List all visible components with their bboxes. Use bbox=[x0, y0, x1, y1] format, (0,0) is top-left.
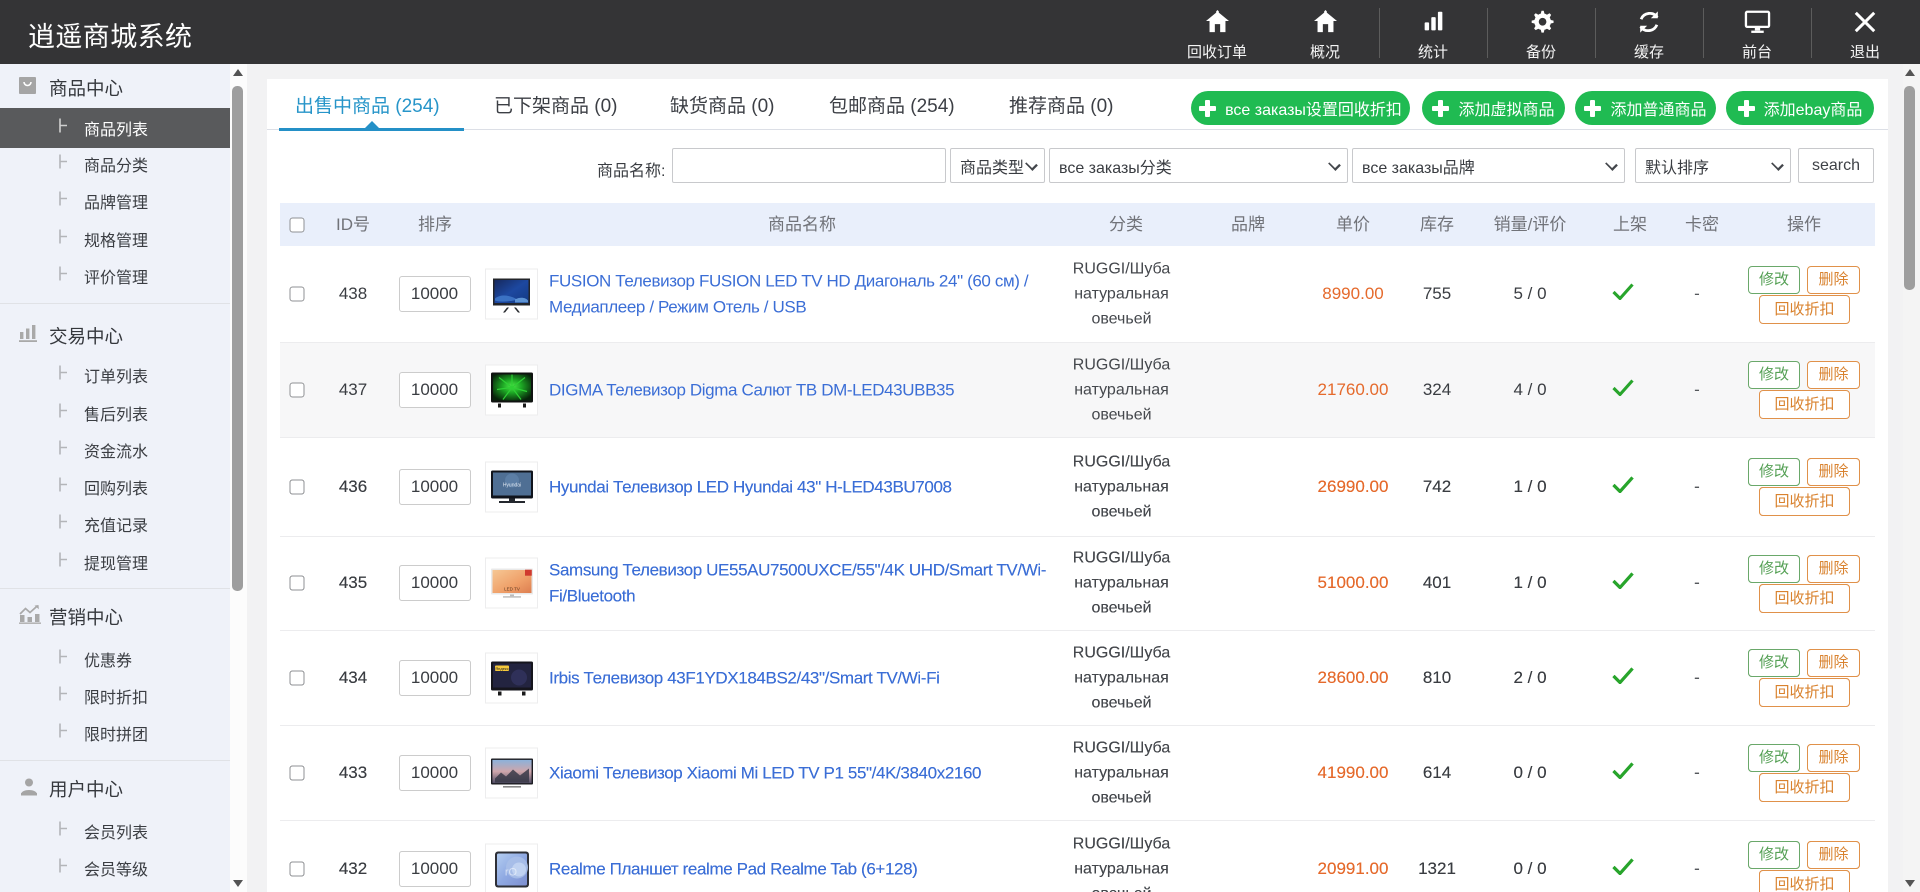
svg-text:Hyundai: Hyundai bbox=[502, 483, 520, 489]
svg-text:rO: rO bbox=[504, 866, 517, 878]
svg-text:LED TV: LED TV bbox=[504, 586, 520, 591]
svg-text:Яндекс: Яндекс bbox=[495, 666, 508, 671]
